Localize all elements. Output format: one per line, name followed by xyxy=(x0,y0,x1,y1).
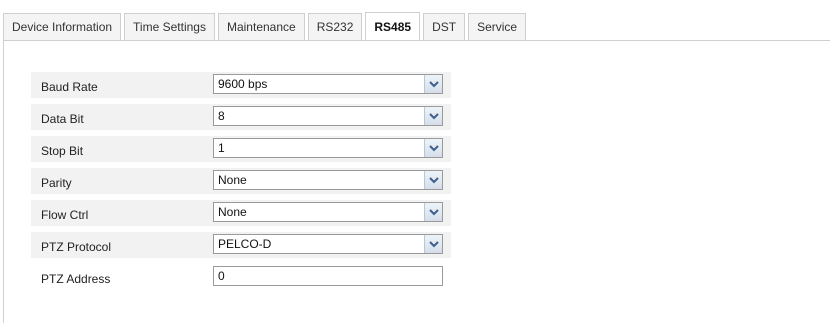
ptz-address-input[interactable]: 0 xyxy=(213,266,443,286)
tab-maintenance[interactable]: Maintenance xyxy=(217,13,305,40)
tab-time-settings[interactable]: Time Settings xyxy=(124,13,215,40)
tab-dst[interactable]: DST xyxy=(423,13,466,40)
stop-bit-row: Stop Bit 1 xyxy=(31,136,451,162)
tab-service[interactable]: Service xyxy=(468,13,527,40)
flow-ctrl-label: Flow Ctrl xyxy=(41,208,89,222)
ptz-address-row: PTZ Address 0 xyxy=(31,264,451,290)
ptz-protocol-select[interactable]: PELCO-D xyxy=(213,234,443,254)
flow-ctrl-row: Flow Ctrl None xyxy=(31,200,451,226)
baud-rate-value: 9600 bps xyxy=(218,77,268,91)
tab-device-information[interactable]: Device Information xyxy=(3,13,122,40)
parity-select[interactable]: None xyxy=(213,170,443,190)
baud-rate-select[interactable]: 9600 bps xyxy=(213,74,443,94)
chevron-down-icon[interactable] xyxy=(424,235,442,253)
parity-row: Parity None xyxy=(31,168,451,194)
ptz-protocol-label: PTZ Protocol xyxy=(41,240,112,254)
rs485-form: Baud Rate 9600 bps Data Bit 8 Stop Bit 1 xyxy=(31,72,451,296)
chevron-down-icon[interactable] xyxy=(424,107,442,125)
chevron-down-icon[interactable] xyxy=(424,203,442,221)
data-bit-select[interactable]: 8 xyxy=(213,106,443,126)
stop-bit-value: 1 xyxy=(218,141,225,155)
data-bit-value: 8 xyxy=(218,109,225,123)
data-bit-row: Data Bit 8 xyxy=(31,104,451,130)
data-bit-label: Data Bit xyxy=(41,112,84,126)
parity-value: None xyxy=(218,173,247,187)
chevron-down-icon[interactable] xyxy=(424,75,442,93)
ptz-address-value: 0 xyxy=(218,269,225,283)
tab-rs485[interactable]: RS485 xyxy=(365,12,421,41)
ptz-protocol-value: PELCO-D xyxy=(218,237,272,251)
stop-bit-label: Stop Bit xyxy=(41,144,84,158)
tab-rs232[interactable]: RS232 xyxy=(307,13,363,40)
baud-rate-row: Baud Rate 9600 bps xyxy=(31,72,451,98)
rs485-settings-page: Device Information Time Settings Mainten… xyxy=(0,0,833,323)
ptz-protocol-row: PTZ Protocol PELCO-D xyxy=(31,232,451,258)
stop-bit-select[interactable]: 1 xyxy=(213,138,443,158)
chevron-down-icon[interactable] xyxy=(424,171,442,189)
parity-label: Parity xyxy=(41,176,72,190)
baud-rate-label: Baud Rate xyxy=(41,80,98,94)
flow-ctrl-value: None xyxy=(218,205,247,219)
settings-tab-bar: Device Information Time Settings Mainten… xyxy=(3,12,529,41)
chevron-down-icon[interactable] xyxy=(424,139,442,157)
flow-ctrl-select[interactable]: None xyxy=(213,202,443,222)
ptz-address-label: PTZ Address xyxy=(41,272,111,286)
